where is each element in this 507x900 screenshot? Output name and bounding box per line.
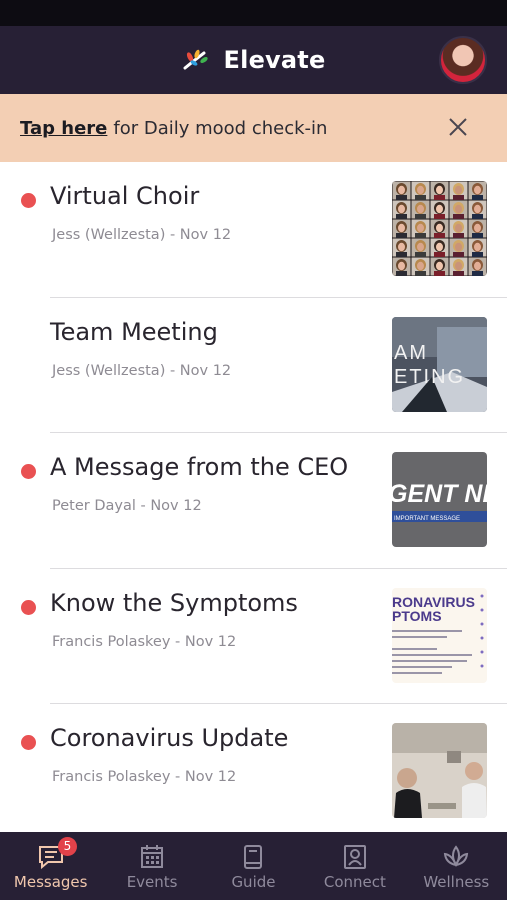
tab-label: Wellness <box>423 873 490 891</box>
tab-label: Events <box>126 873 178 891</box>
banner-text: Tap here for Daily mood check-in <box>20 118 327 139</box>
message-meta: Peter Dayal - Nov 12 <box>52 498 202 514</box>
tab-label: Messages <box>13 873 88 891</box>
thumb-text: IMPORTANT MESSAGE <box>394 516 460 522</box>
message-row[interactable]: Team Meeting Jess (Wellzesta) - Nov 12 A… <box>0 298 507 433</box>
message-thumbnail: RONAVIRUS PTOMS <box>392 587 487 683</box>
video-call-image <box>392 723 487 818</box>
team-meeting-image: AM ETING <box>392 316 487 412</box>
bottom-tab-bar: 5 Messages Events Guide Connect Wellness <box>0 832 507 900</box>
thumb-text: ETING <box>394 366 465 388</box>
choir-grid-image <box>392 181 487 276</box>
lotus-icon <box>444 845 469 867</box>
elevate-sprout-logo-icon <box>183 49 208 70</box>
unread-dot <box>21 599 36 615</box>
unread-dot <box>21 193 36 208</box>
status-bar <box>0 0 507 26</box>
brand: Elevate <box>182 46 326 74</box>
message-meta: Jess (Wellzesta) - Nov 12 <box>52 362 232 379</box>
message-title: Virtual Choir <box>50 182 200 210</box>
message-row[interactable]: Coronavirus Update Francis Polaskey - No… <box>0 704 507 840</box>
tab-events[interactable]: Events <box>101 832 202 900</box>
message-row[interactable]: Know the Symptoms Francis Polaskey - Nov… <box>0 569 507 704</box>
message-title: Know the Symptoms <box>50 588 298 617</box>
app-title: Elevate <box>223 46 326 74</box>
message-meta: Francis Polaskey - Nov 12 <box>52 769 237 785</box>
message-title: A Message from the CEO <box>50 453 349 481</box>
close-icon[interactable] <box>447 116 469 138</box>
unread-dot <box>21 735 36 750</box>
message-row[interactable]: A Message from the CEO Peter Dayal - Nov… <box>0 433 507 569</box>
tab-guide[interactable]: Guide <box>203 832 304 900</box>
unread-badge: 5 <box>58 837 77 856</box>
tab-label: Connect <box>323 873 386 891</box>
tap-here-link[interactable]: Tap here <box>20 118 107 139</box>
symptoms-image: RONAVIRUS PTOMS <box>392 587 487 683</box>
app-header: Elevate <box>0 26 507 94</box>
calendar-icon <box>141 845 164 868</box>
unread-dot <box>21 464 36 479</box>
tab-connect[interactable]: Connect <box>304 832 405 900</box>
tab-label: Guide <box>231 873 276 891</box>
thumb-text: GENT NEW <box>392 480 487 508</box>
thumb-text: PTOMS <box>392 608 442 624</box>
message-thumbnail: AM ETING <box>392 316 487 412</box>
message-row[interactable]: Virtual Choir Jess (Wellzesta) - Nov 12 <box>0 162 507 298</box>
tab-wellness[interactable]: Wellness <box>406 832 507 900</box>
message-meta: Jess (Wellzesta) - Nov 12 <box>52 227 232 243</box>
contact-card-icon <box>343 845 366 869</box>
mood-checkin-banner[interactable]: Tap here for Daily mood check-in <box>0 94 507 162</box>
message-title: Team Meeting <box>50 317 218 346</box>
message-thumbnail <box>392 181 487 276</box>
message-meta: Francis Polaskey - Nov 12 <box>52 633 237 650</box>
book-icon <box>244 845 263 869</box>
message-thumbnail: GENT NEW IMPORTANT MESSAGE <box>392 452 487 547</box>
message-list: Virtual Choir Jess (Wellzesta) - Nov 12 … <box>0 162 507 840</box>
banner-message: for Daily mood check-in <box>113 117 328 139</box>
message-thumbnail <box>392 723 487 818</box>
thumb-text: AM <box>394 342 428 364</box>
profile-avatar[interactable] <box>439 36 487 84</box>
tab-messages[interactable]: 5 Messages <box>0 832 101 900</box>
message-title: Coronavirus Update <box>50 724 289 752</box>
urgent-news-image: GENT NEW IMPORTANT MESSAGE <box>392 452 487 547</box>
